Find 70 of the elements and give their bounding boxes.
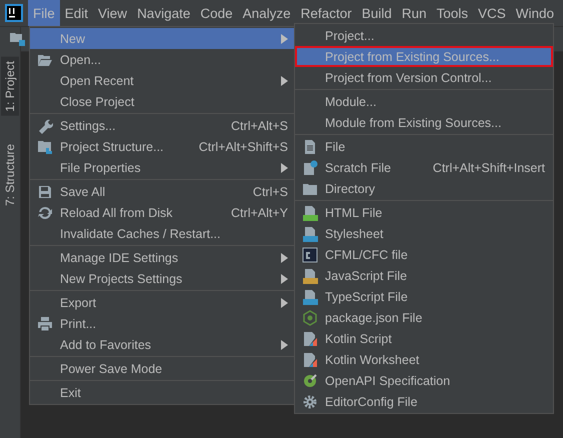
openapi-icon	[302, 372, 318, 388]
menu-item[interactable]: package.json File	[295, 307, 553, 328]
menu-item[interactable]: Open...	[30, 49, 296, 70]
shortcut-text: Ctrl+Alt+S	[231, 118, 288, 132]
menu-item[interactable]: Save All Ctrl+S	[30, 181, 296, 202]
menu-item[interactable]: Project Structure... Ctrl+Alt+Shift+S	[30, 136, 296, 157]
menu-title[interactable]: Navigate	[132, 0, 196, 26]
menu-title[interactable]: Analyze	[238, 0, 296, 26]
wrench-icon	[37, 118, 53, 134]
tool-window-tab[interactable]: 1: Project	[1, 57, 19, 116]
menu-title[interactable]: Windo	[510, 0, 560, 26]
menu-item[interactable]: Directory	[295, 178, 553, 199]
hexagon-icon	[302, 310, 318, 326]
scratch-file-icon	[302, 160, 318, 176]
shortcut-text: Ctrl+Alt+Y	[231, 206, 288, 220]
shortcut-text: Ctrl+Alt+Shift+Insert	[432, 160, 545, 174]
project-folder-icon[interactable]	[10, 31, 26, 47]
menu-title[interactable]: Build	[356, 0, 397, 26]
menu-title[interactable]: Run	[396, 0, 432, 26]
reload-icon	[37, 204, 53, 220]
menu-item[interactable]: File Properties	[30, 157, 296, 178]
menu-item[interactable]: Kotlin Worksheet	[295, 349, 553, 370]
menu-item[interactable]: Print...	[30, 313, 296, 334]
menu-item[interactable]: OpenAPI Specification	[295, 370, 553, 391]
menu-item[interactable]: Invalidate Caches / Restart...	[30, 223, 296, 244]
menu-item[interactable]: Add to Favorites	[30, 334, 296, 355]
menu-item[interactable]: TypeScript File	[295, 286, 553, 307]
menu-title[interactable]: Tools	[432, 0, 474, 26]
menu-item[interactable]: Kotlin Script	[295, 328, 553, 349]
menu-item[interactable]: New Projects Settings	[30, 268, 296, 289]
menu-title[interactable]: View	[93, 0, 132, 26]
shortcut-text: Ctrl+S	[252, 184, 288, 198]
menu-title[interactable]: Refactor	[296, 0, 357, 26]
js-file-icon	[302, 268, 318, 284]
menu-item[interactable]: Scratch File Ctrl+Alt+Shift+Insert	[295, 157, 553, 178]
menu-item[interactable]: File	[295, 136, 553, 157]
save-icon	[37, 184, 53, 200]
menu-item[interactable]: Close Project	[30, 91, 296, 112]
printer-icon	[37, 316, 53, 332]
kotlin-file-icon	[302, 352, 318, 368]
menu-item[interactable]: Project from Version Control...	[295, 67, 553, 88]
menu-item[interactable]: EditorConfig File	[295, 391, 553, 412]
menu-item[interactable]: CFML/CFC file	[295, 244, 553, 265]
file-icon	[302, 138, 318, 154]
settings-icon	[302, 394, 318, 410]
tool-window-tab[interactable]: 7: Structure	[1, 140, 19, 210]
menu-item[interactable]: Export	[30, 292, 296, 313]
menu-item[interactable]: Settings... Ctrl+Alt+S	[30, 115, 296, 136]
css-file-icon	[302, 226, 318, 242]
menu-item[interactable]: Project...	[295, 25, 553, 46]
menu-title[interactable]: Code	[195, 0, 238, 26]
menu-item[interactable]: Module...	[295, 91, 553, 112]
app-logo-icon	[5, 4, 23, 22]
html-file-icon	[302, 204, 318, 220]
structure-icon	[37, 138, 53, 154]
ts-file-icon	[302, 288, 318, 304]
kotlin-file-icon	[302, 330, 318, 346]
menu-item[interactable]: Module from Existing Sources...	[295, 112, 553, 133]
menu-title[interactable]: VCS	[473, 0, 511, 26]
menu-item[interactable]: Reload All from Disk Ctrl+Alt+Y	[30, 202, 296, 223]
menu-item[interactable]: Exit	[30, 382, 296, 403]
cf-file-icon	[302, 246, 318, 262]
shortcut-text: Ctrl+Alt+Shift+S	[198, 140, 288, 154]
menu-item[interactable]: JavaScript File	[295, 265, 553, 286]
menu-item[interactable]: Power Save Mode	[30, 358, 296, 379]
menu-item[interactable]: Open Recent	[30, 70, 296, 91]
menu-item[interactable]: Manage IDE Settings	[30, 247, 296, 268]
menu-item[interactable]: Stylesheet	[295, 223, 553, 244]
menu-item[interactable]: HTML File	[295, 202, 553, 223]
menu-title[interactable]: Edit	[60, 0, 94, 26]
